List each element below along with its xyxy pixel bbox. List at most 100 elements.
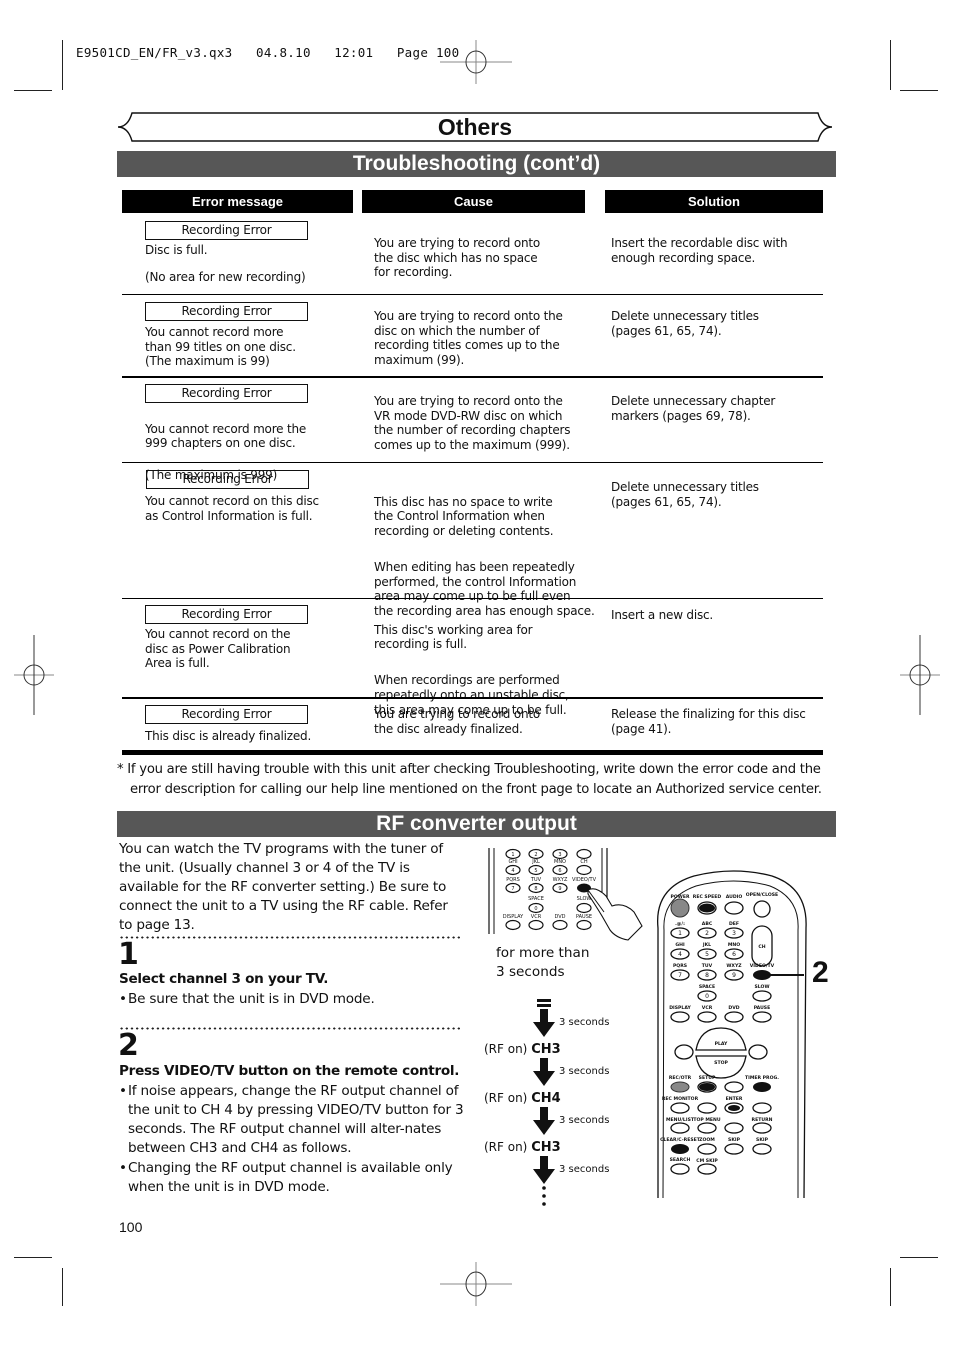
column-header-cause: Cause [362, 190, 585, 213]
table-bottom-rule [122, 750, 823, 755]
svg-text:DVD: DVD [728, 1005, 739, 1011]
channel-state: (RF on) CH4 [484, 1091, 561, 1106]
footnote-line: error description for calling our help l… [130, 781, 822, 797]
cause-text: You are trying to record onto the disc o… [374, 309, 563, 367]
step-number: 1 [118, 937, 139, 972]
svg-text:PAUSE: PAUSE [576, 914, 592, 920]
cause-text: This disc's working area for recording i… [374, 622, 533, 652]
svg-text:DISPLAY: DISPLAY [503, 914, 524, 920]
row-divider [122, 294, 823, 295]
svg-text:1: 1 [511, 852, 514, 858]
svg-text:SKIP: SKIP [756, 1137, 769, 1143]
svg-text:5: 5 [534, 868, 537, 874]
chapter-banner: Others [116, 112, 834, 142]
crop-mark [900, 1257, 938, 1258]
svg-text:WXYZ: WXYZ [553, 877, 568, 883]
cause-text: You are trying to record onto the disc w… [374, 236, 541, 280]
down-arrow-icon [533, 1058, 555, 1086]
table-row: Recording Error You cannot record more t… [122, 384, 823, 482]
svg-text:STOP: STOP [714, 1060, 728, 1066]
svg-text:0: 0 [705, 993, 709, 1000]
crop-mark [62, 1268, 63, 1306]
chapter-title: Others [437, 114, 513, 140]
error-text: You cannot record more than 99 titles on… [145, 325, 296, 369]
table-row: Recording Error Disc is full. (No area f… [122, 221, 823, 294]
svg-text:DEF: DEF [729, 921, 739, 927]
interval-label: 3 seconds [559, 1017, 610, 1028]
svg-text:9: 9 [558, 886, 561, 892]
section-title-troubleshooting: Troubleshooting (cont’d) [117, 151, 836, 177]
svg-text:MNO: MNO [728, 942, 740, 948]
error-description: You cannot record on this disc as Contro… [145, 494, 345, 523]
solution-cell: Release the finalizing for this disc (pa… [611, 707, 806, 736]
error-message-label: Recording Error [145, 221, 308, 240]
svg-text:0: 0 [534, 906, 537, 912]
svg-text:6: 6 [732, 951, 736, 958]
svg-text:.@/:: .@/: [675, 921, 685, 927]
cause-cell: You are trying to record onto the VR mod… [374, 394, 602, 452]
svg-text:8: 8 [705, 972, 709, 979]
svg-text:2: 2 [705, 930, 709, 937]
svg-text:7: 7 [511, 886, 514, 892]
table-row: Recording Error You cannot record on the… [122, 605, 823, 717]
svg-text:7: 7 [678, 972, 682, 979]
error-message-label: Recording Error [145, 705, 308, 724]
hold-duration-caption: for more than 3 seconds [496, 945, 590, 980]
svg-text:CM SKIP: CM SKIP [696, 1158, 718, 1164]
svg-text:SEARCH: SEARCH [670, 1157, 691, 1163]
down-arrow-icon [533, 1009, 555, 1037]
down-arrow-icon [533, 1107, 555, 1135]
step-bullet: Changing the RF output channel is availa… [119, 1159, 464, 1197]
column-header-error: Error message [122, 190, 353, 213]
svg-text:9: 9 [732, 972, 736, 979]
svg-text:1: 1 [678, 930, 682, 937]
crop-mark [900, 90, 938, 91]
svg-text:POWER: POWER [670, 894, 689, 900]
svg-text:GHI: GHI [675, 942, 685, 948]
error-text: You cannot record on this disc as Contro… [145, 494, 319, 523]
cause-text: You are trying to record onto the disc a… [374, 707, 541, 736]
svg-text:PLAY: PLAY [715, 1041, 728, 1047]
solution-cell: Insert the recordable disc with enough r… [611, 236, 788, 265]
svg-text:CH: CH [580, 859, 587, 865]
print-slug: E9501CD_EN/FR_v3.qx3 04.8.10 12:01 Page … [76, 45, 460, 60]
svg-text:PQRS: PQRS [506, 877, 520, 883]
error-text: (No area for new recording) [145, 269, 306, 284]
step-divider [119, 936, 461, 939]
solution-cell: Delete unnecessary titles (pages 61, 65,… [611, 480, 759, 509]
svg-text:2: 2 [534, 852, 537, 858]
step-number: 2 [118, 1028, 139, 1063]
svg-text:VIDEO/TV: VIDEO/TV [572, 877, 597, 883]
svg-text:TUV: TUV [702, 963, 713, 969]
error-message-label: Recording Error [145, 302, 308, 321]
svg-text:DISPLAY: DISPLAY [669, 1005, 691, 1011]
svg-text:6: 6 [558, 868, 561, 874]
svg-text:GHI: GHI [508, 859, 517, 865]
cause-cell: You are trying to record onto the disc w… [374, 236, 602, 280]
error-message-label: Recording Error [146, 470, 309, 489]
svg-text:SPACE: SPACE [699, 984, 715, 990]
section-title-rf-converter: RF converter output [117, 811, 836, 837]
crop-mark [14, 90, 52, 91]
svg-text:TOP MENU: TOP MENU [693, 1117, 721, 1123]
svg-text:CH: CH [758, 944, 765, 950]
error-description: You cannot record on the disc as Power C… [145, 627, 345, 671]
svg-text:REC/OTR: REC/OTR [669, 1075, 692, 1081]
table-row: Recording Error You cannot record more t… [122, 302, 823, 376]
svg-text:WXYZ: WXYZ [726, 963, 742, 969]
table-row: Recording Error This disc is already fin… [122, 705, 823, 749]
row-divider [122, 462, 823, 463]
crop-mark [14, 1257, 52, 1258]
error-message-label: Recording Error [145, 605, 308, 624]
registration-mark-right [900, 635, 940, 715]
error-description: This disc is already finalized. [145, 729, 345, 744]
svg-text:3: 3 [558, 852, 561, 858]
svg-text:ENTER: ENTER [726, 1096, 743, 1102]
interval-label: 3 seconds [559, 1164, 610, 1175]
svg-text:ZOOM: ZOOM [699, 1137, 715, 1143]
svg-text:TIMER PROG.: TIMER PROG. [745, 1075, 779, 1081]
svg-text:OPEN/CLOSE: OPEN/CLOSE [746, 892, 778, 898]
registration-mark-bottom [440, 1262, 512, 1306]
svg-text:CLEAR/C-RESET: CLEAR/C-RESET [660, 1137, 701, 1143]
svg-text:3: 3 [732, 930, 736, 937]
